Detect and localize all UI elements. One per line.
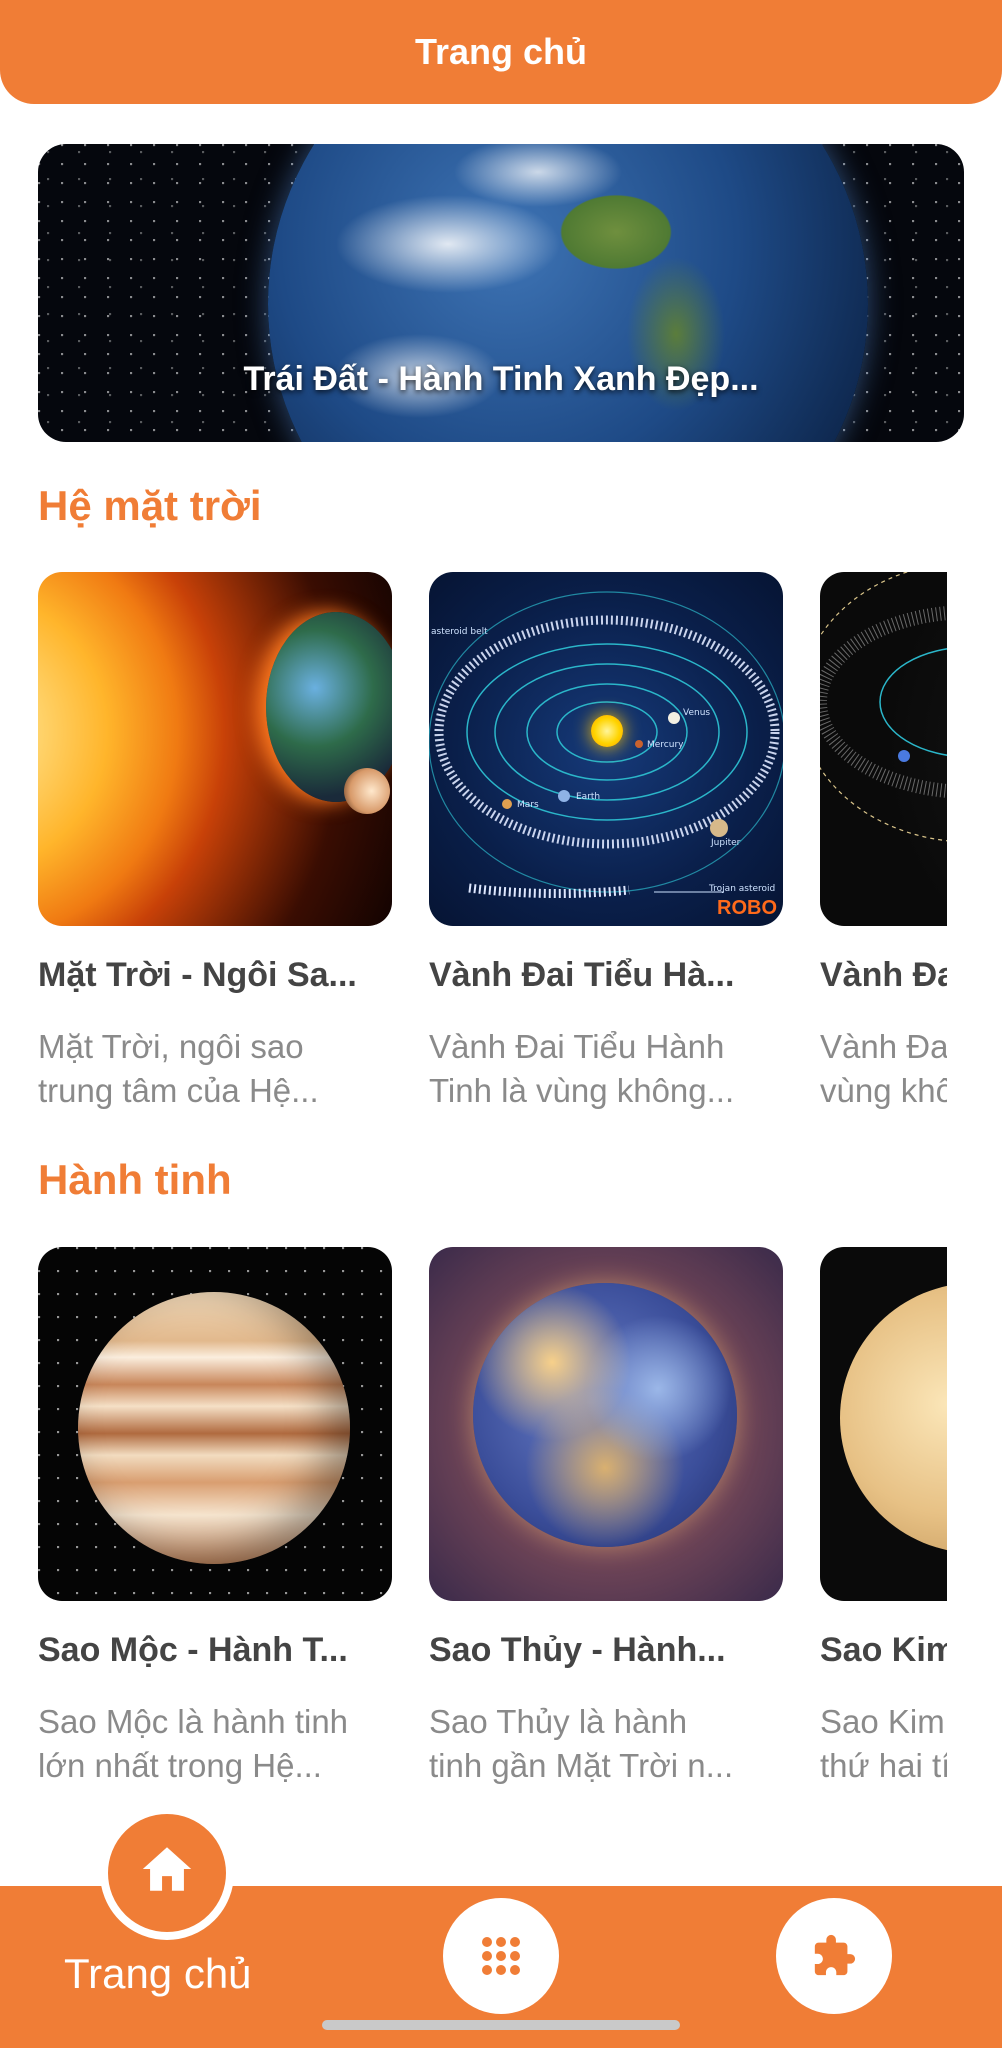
grid-icon	[482, 1937, 520, 1975]
card-title: Vành Đai Tiểu Hà...	[429, 956, 735, 994]
mercury-image	[429, 1247, 783, 1601]
card-description: Vành Đa vùng khô	[820, 1028, 947, 1109]
card-venus-partial[interactable]: Sao Kim Sao Kim thứ hai tí	[820, 1247, 947, 1788]
card-description: Sao Kim thứ hai tí	[820, 1703, 947, 1784]
section-title-planets: Hành tinh	[38, 1156, 232, 1203]
nav-home-label: Trang chủ	[64, 1950, 252, 1997]
section-title-solar-system: Hệ mặt trời	[38, 482, 262, 529]
brand-logo: ROBO	[717, 897, 777, 919]
card-belt-partial[interactable]: Vành Đa Vành Đa vùng khô	[820, 572, 947, 1113]
featured-banner-caption: Trái Đất - Hành Tinh Xanh Đẹp...	[243, 360, 759, 398]
card-title: Vành Đa	[820, 956, 947, 994]
moon-image	[344, 768, 390, 814]
card-description: Sao Mộc là hành tinh lớn nhất trong Hệ..…	[38, 1703, 349, 1784]
card-title: Sao Mộc - Hành T...	[38, 1631, 348, 1669]
home-icon	[142, 1847, 192, 1891]
jupiter-image	[38, 1247, 392, 1601]
featured-banner[interactable]: Trái Đất - Hành Tinh Xanh Đẹp...	[38, 144, 964, 442]
venus-image	[820, 1247, 947, 1601]
card-title: Sao Thủy - Hành...	[429, 1631, 726, 1669]
app-header: Trang chủ	[0, 0, 1002, 104]
card-sun[interactable]: Mặt Trời - Ngôi Sa... Mặt Trời, ngôi sao…	[38, 572, 392, 1113]
diagram-label: Venus	[683, 708, 711, 718]
sun-image	[591, 715, 623, 747]
diagram-label: Mars	[517, 800, 539, 810]
jupiter-planet	[78, 1292, 350, 1564]
diagram-label: Earth	[576, 792, 601, 802]
diagram-label: asteroid belt	[431, 627, 488, 637]
home-indicator	[322, 2020, 680, 2030]
mercury-planet	[473, 1283, 737, 1547]
diagram-label: Jupiter	[711, 838, 741, 848]
nav-grid-button[interactable]	[443, 1898, 559, 2014]
diagram-label: Mercury	[647, 740, 684, 750]
puzzle-icon	[814, 1934, 856, 1976]
nav-puzzle-button[interactable]	[776, 1898, 892, 2014]
venus-planet	[840, 1283, 947, 1553]
card-jupiter[interactable]: Sao Mộc - Hành T... Sao Mộc là hành tinh…	[38, 1247, 392, 1788]
asteroid-belt-image: asteroid belt Venus Mercury Earth Mars J…	[429, 572, 783, 926]
asteroid-belt-image	[820, 572, 947, 926]
card-title: Mặt Trời - Ngôi Sa...	[38, 956, 357, 994]
diagram-label: Trojan asteroid	[709, 884, 776, 894]
card-asteroid-belt[interactable]: asteroid belt Venus Mercury Earth Mars J…	[429, 572, 783, 1113]
sun-image	[38, 572, 392, 926]
page-title: Trang chủ	[414, 31, 588, 72]
orbit-diagram	[429, 591, 783, 899]
card-description: Sao Thủy là hành tinh gần Mặt Trời n...	[429, 1703, 734, 1784]
card-title: Sao Kim	[820, 1631, 947, 1669]
card-description: Vành Đai Tiểu Hành Tinh là vùng không...	[429, 1028, 735, 1109]
card-description: Mặt Trời, ngôi sao trung tâm của Hệ...	[38, 1028, 319, 1109]
card-mercury[interactable]: Sao Thủy - Hành... Sao Thủy là hành tinh…	[429, 1247, 783, 1788]
